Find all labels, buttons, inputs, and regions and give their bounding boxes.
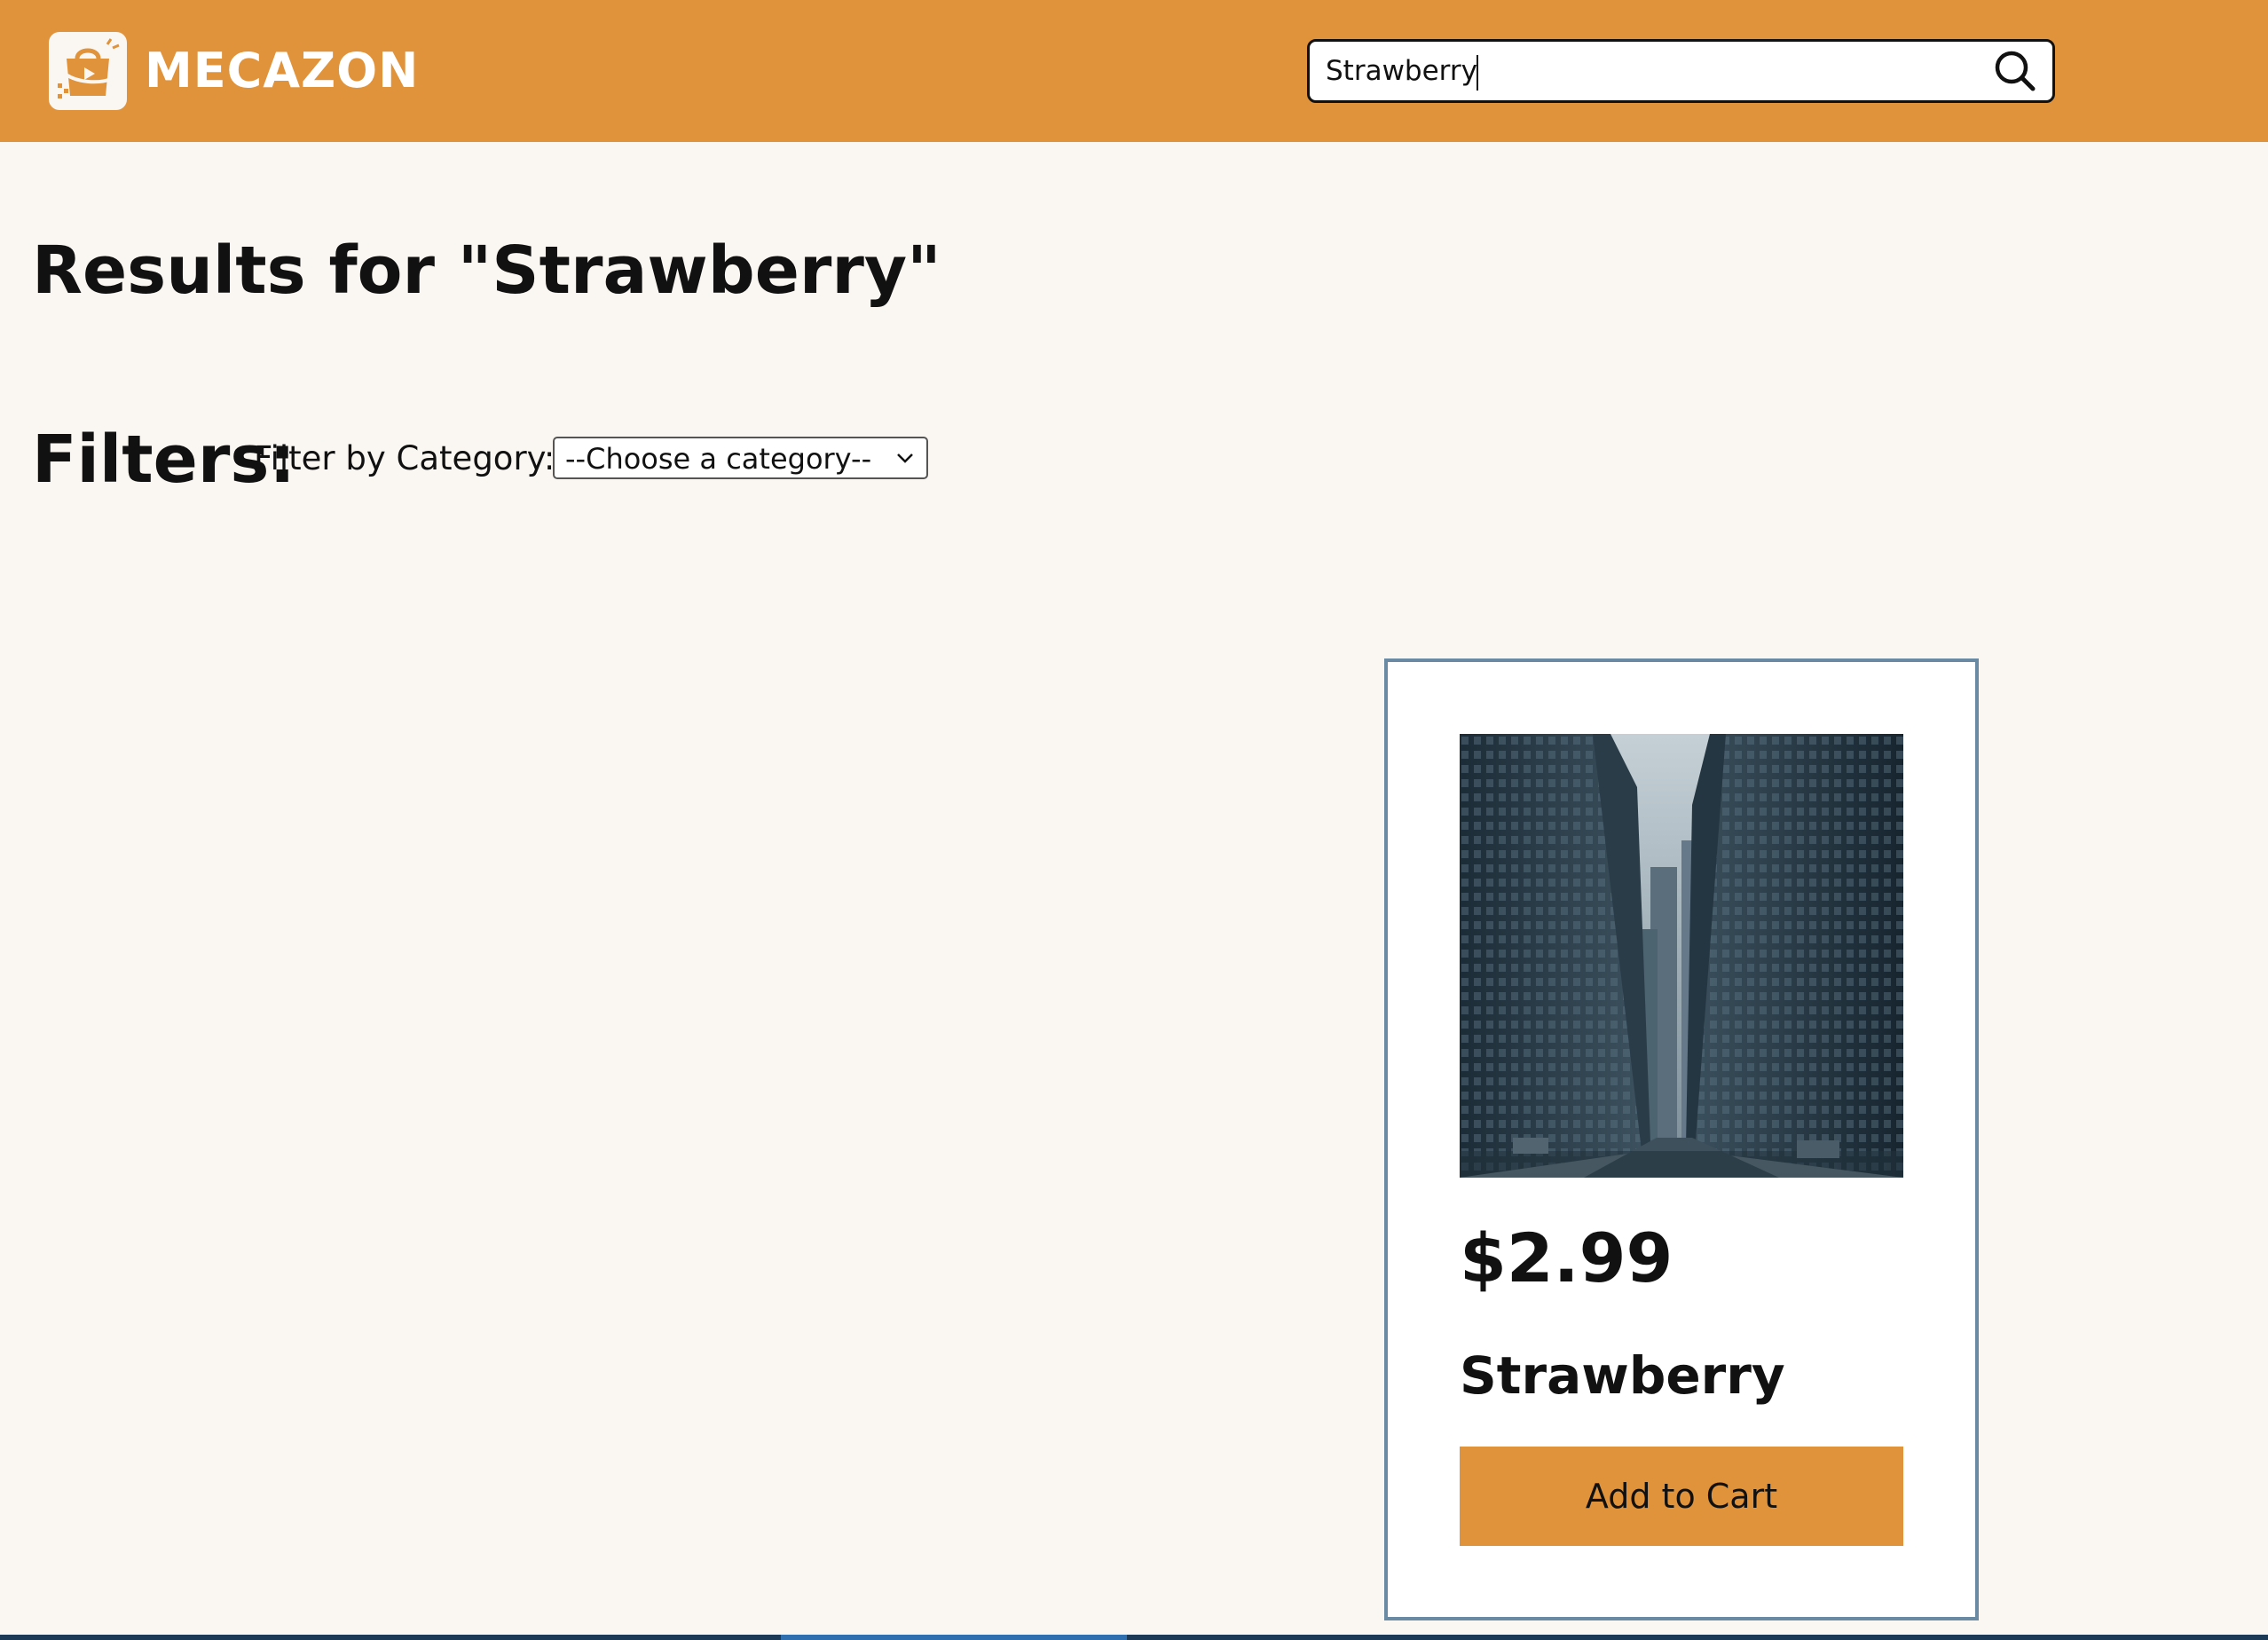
search-input[interactable] (1326, 49, 1965, 93)
app-root: MECAZON Results for "Strawberry" Filters… (0, 0, 2268, 1640)
product-price: $2.99 (1460, 1218, 1673, 1297)
search-button[interactable] (1988, 44, 2043, 98)
category-select[interactable]: --Choose a category-- (553, 437, 928, 479)
taskbar-edge (0, 1635, 2268, 1640)
shopping-bag-logo-icon[interactable] (49, 32, 127, 110)
text-caret (1477, 55, 1478, 91)
category-select-value: --Choose a category-- (565, 442, 872, 476)
taskbar-highlight (781, 1635, 1127, 1640)
header-bar: MECAZON (0, 0, 2268, 142)
search-box (1307, 39, 2055, 103)
chevron-down-icon (897, 453, 913, 463)
add-to-cart-button[interactable]: Add to Cart (1460, 1447, 1903, 1546)
results-title: Results for "Strawberry" (32, 233, 941, 309)
search-icon (1995, 51, 2036, 91)
brand-name[interactable]: MECAZON (145, 37, 419, 105)
product-image[interactable] (1460, 734, 1903, 1178)
product-name[interactable]: Strawberry (1460, 1340, 1785, 1411)
category-filter-label: Filter by Category: (254, 439, 555, 477)
